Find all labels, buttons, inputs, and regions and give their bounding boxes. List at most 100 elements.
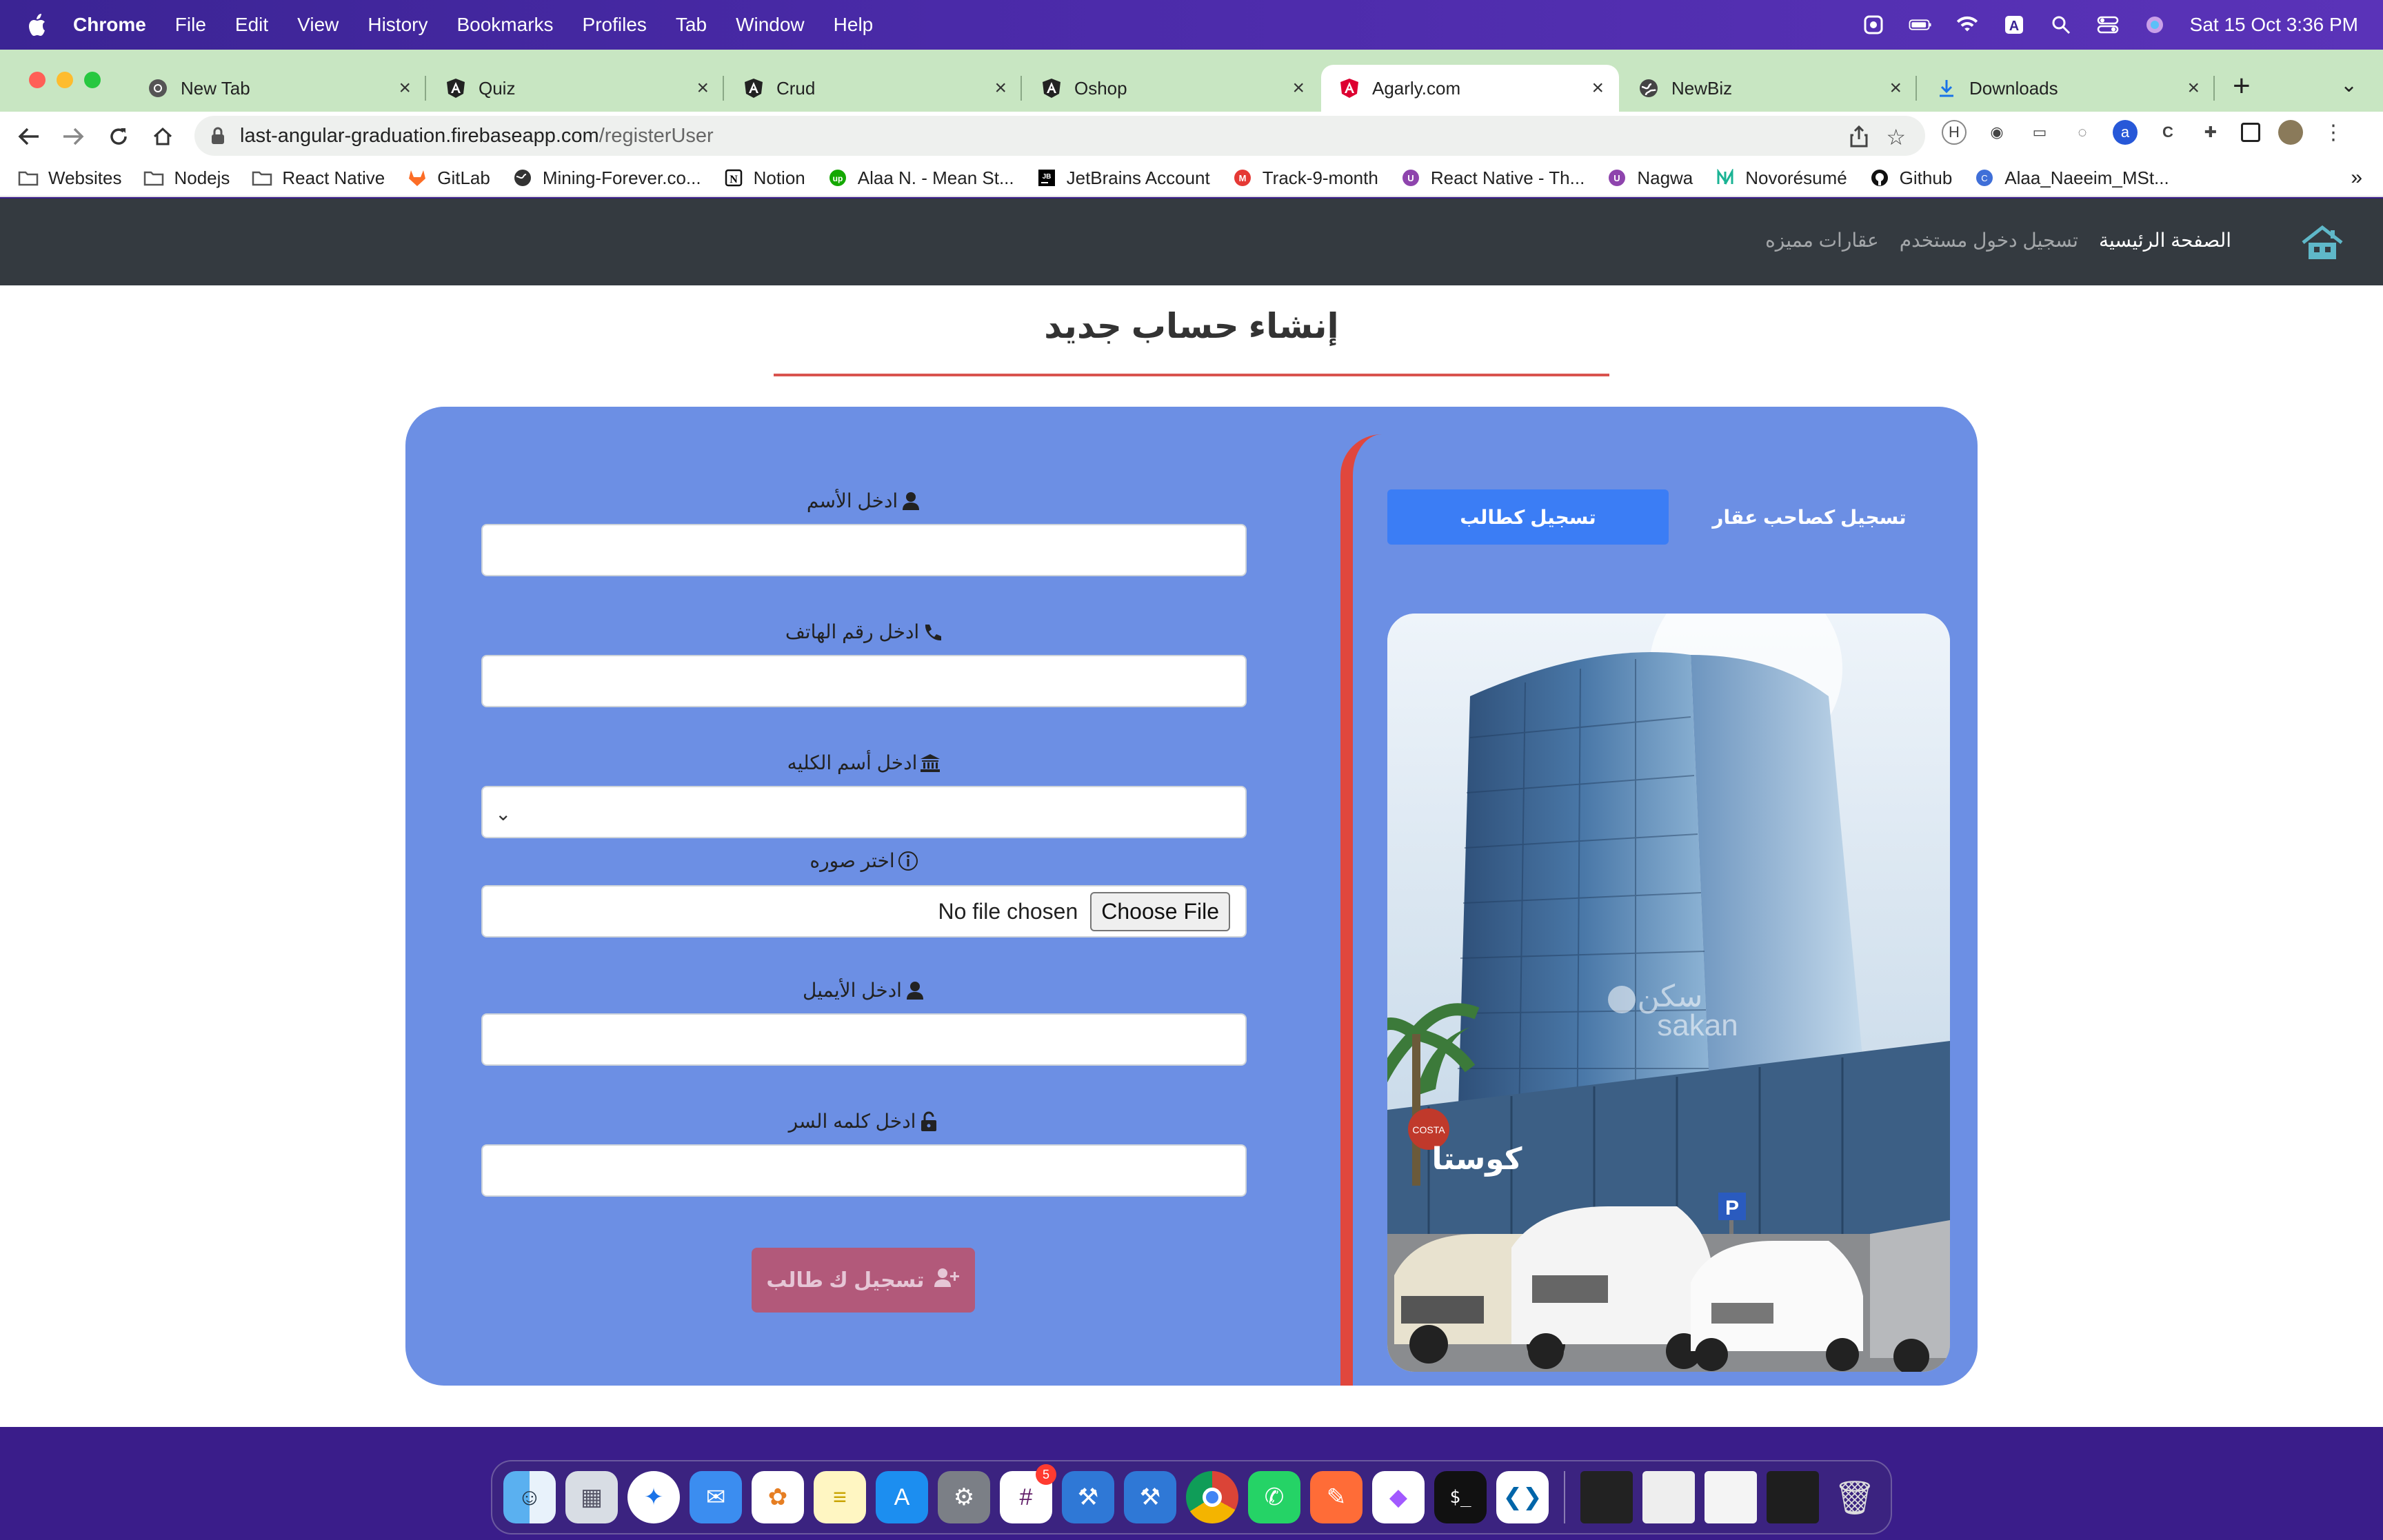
window-minimize-button[interactable] bbox=[57, 72, 73, 88]
whatsapp-icon[interactable]: ✆ bbox=[1248, 1471, 1300, 1523]
menu-tab[interactable]: Tab bbox=[676, 14, 707, 36]
extension-c-icon[interactable]: C bbox=[2155, 120, 2180, 145]
recent-window-2-icon[interactable] bbox=[1642, 1471, 1695, 1523]
college-select[interactable]: ⌄ bbox=[481, 786, 1247, 838]
tab-register-owner[interactable]: تسجيل كصاحب عقار bbox=[1669, 489, 1950, 545]
simulator-icon[interactable]: ⚒ bbox=[1124, 1471, 1176, 1523]
menubar-clock[interactable]: Sat 15 Oct 3:36 PM bbox=[2190, 14, 2358, 36]
nav-link-home[interactable]: الصفحة الرئيسية bbox=[2099, 229, 2231, 252]
recent-window-1-icon[interactable] bbox=[1580, 1471, 1633, 1523]
mail-icon[interactable]: ✉ bbox=[690, 1471, 742, 1523]
slack-icon[interactable]: #5 bbox=[1000, 1464, 1056, 1523]
app-store-icon[interactable]: A bbox=[876, 1471, 928, 1523]
notes-icon[interactable]: ≡ bbox=[814, 1471, 866, 1523]
keyboard-input-icon[interactable]: A bbox=[2002, 14, 2026, 35]
battery-icon[interactable] bbox=[1909, 14, 1932, 35]
home-button[interactable] bbox=[149, 123, 177, 150]
close-icon[interactable]: × bbox=[696, 77, 709, 100]
extension-a-icon[interactable]: a bbox=[2113, 120, 2138, 145]
bookmark-react-native[interactable]: React Native bbox=[252, 168, 385, 189]
email-input[interactable] bbox=[481, 1013, 1247, 1066]
vscode-icon[interactable]: ❮❯ bbox=[1496, 1471, 1549, 1523]
address-bar[interactable]: last-angular-graduation.firebaseapp.com /… bbox=[194, 116, 1925, 156]
register-student-button[interactable]: تسجيل ك طالب bbox=[752, 1248, 975, 1313]
phone-input[interactable] bbox=[481, 655, 1247, 707]
launchpad-icon[interactable]: ▦ bbox=[565, 1471, 618, 1523]
postman-icon[interactable]: ✎ bbox=[1310, 1471, 1363, 1523]
chrome-menu-icon[interactable]: ⋮ bbox=[2321, 120, 2346, 145]
bookmark-star-icon[interactable]: ☆ bbox=[1886, 124, 1906, 150]
xcode-icon[interactable]: ⚒ bbox=[1062, 1471, 1114, 1523]
image-file-input[interactable]: No file chosen Choose File bbox=[481, 885, 1247, 938]
extension-h-icon[interactable]: H bbox=[1942, 120, 1967, 145]
system-preferences-icon[interactable]: ⚙ bbox=[938, 1471, 990, 1523]
finder-icon[interactable]: ☺ bbox=[503, 1471, 556, 1523]
photos-icon[interactable]: ✿ bbox=[752, 1471, 804, 1523]
bookmark-gitlab[interactable]: GitLab bbox=[407, 168, 490, 189]
bookmark-track-9-month[interactable]: M Track-9-month bbox=[1232, 168, 1378, 189]
menu-profiles[interactable]: Profiles bbox=[583, 14, 647, 36]
menu-help[interactable]: Help bbox=[834, 14, 874, 36]
trash-icon[interactable]: 🗑 bbox=[1829, 1471, 1881, 1523]
bookmark-github[interactable]: Github bbox=[1869, 168, 1952, 189]
menu-bookmarks[interactable]: Bookmarks bbox=[456, 14, 553, 36]
lock-icon[interactable] bbox=[210, 126, 226, 145]
bookmark-react-native-th[interactable]: U React Native - Th... bbox=[1400, 168, 1585, 189]
recent-window-4-icon[interactable] bbox=[1767, 1471, 1819, 1523]
menu-history[interactable]: History bbox=[368, 14, 428, 36]
new-tab-button[interactable]: + bbox=[2233, 69, 2251, 103]
menu-window[interactable]: Window bbox=[736, 14, 805, 36]
bookmark-websites[interactable]: Websites bbox=[18, 168, 121, 189]
bookmark-upwork[interactable]: up Alaa N. - Mean St... bbox=[827, 168, 1014, 189]
window-close-button[interactable] bbox=[29, 72, 46, 88]
tab-newbiz[interactable]: NewBiz × bbox=[1620, 65, 1917, 112]
bookmark-mining-forever[interactable]: Mining-Forever.co... bbox=[512, 168, 701, 189]
nav-link-user-login[interactable]: تسجيل دخول مستخدم bbox=[1900, 229, 2078, 252]
wifi-icon[interactable] bbox=[1955, 14, 1979, 35]
profile-avatar[interactable] bbox=[2278, 120, 2303, 145]
tab-agarly-active[interactable]: Agarly.com × bbox=[1321, 65, 1619, 112]
tab-search-chevron-icon[interactable]: ⌄ bbox=[2340, 73, 2357, 97]
share-icon[interactable] bbox=[1849, 125, 1869, 148]
extension-dot-icon[interactable]: ◌ bbox=[2070, 120, 2095, 145]
apple-icon[interactable] bbox=[26, 11, 50, 39]
terminal-icon[interactable]: $_ bbox=[1434, 1471, 1487, 1523]
tab-oshop[interactable]: Oshop × bbox=[1023, 65, 1320, 112]
tab-crud[interactable]: Crud × bbox=[725, 65, 1022, 112]
close-icon[interactable]: × bbox=[1292, 77, 1305, 100]
tab-downloads[interactable]: Downloads × bbox=[1918, 65, 2215, 112]
window-zoom-button[interactable] bbox=[84, 72, 101, 88]
control-center-icon[interactable] bbox=[2096, 14, 2120, 35]
forward-button[interactable] bbox=[59, 123, 87, 150]
puzzle-extensions-icon[interactable]: ✚ bbox=[2198, 120, 2223, 145]
recent-window-3-icon[interactable] bbox=[1705, 1471, 1757, 1523]
bookmark-notion[interactable]: N Notion bbox=[723, 168, 805, 189]
camera-icon[interactable]: ◉ bbox=[1984, 120, 2009, 145]
spotlight-search-icon[interactable] bbox=[2049, 14, 2073, 35]
menu-file[interactable]: File bbox=[175, 14, 206, 36]
tab-new-tab[interactable]: New Tab × bbox=[130, 65, 426, 112]
bookmark-alaa-naeeim[interactable]: C Alaa_Naeeim_MSt... bbox=[1974, 168, 2169, 189]
close-icon[interactable]: × bbox=[1591, 77, 1604, 100]
close-icon[interactable]: × bbox=[1889, 77, 1902, 100]
back-button[interactable] bbox=[15, 123, 43, 150]
bookmark-jetbrains[interactable]: JB JetBrains Account bbox=[1036, 168, 1210, 189]
nav-link-featured-properties[interactable]: عقارات مميزه bbox=[1765, 229, 1879, 252]
bookmarks-overflow-icon[interactable]: » bbox=[2351, 166, 2362, 190]
tab-quiz[interactable]: Quiz × bbox=[428, 65, 724, 112]
name-input[interactable] bbox=[481, 524, 1247, 576]
menu-app-name[interactable]: Chrome bbox=[73, 14, 146, 36]
close-icon[interactable]: × bbox=[994, 77, 1007, 100]
tab-register-student[interactable]: تسجيل كطالب bbox=[1387, 489, 1669, 545]
bookmark-nagwa[interactable]: U Nagwa bbox=[1607, 168, 1693, 189]
chrome-dock-icon[interactable] bbox=[1186, 1471, 1238, 1523]
side-panel-icon[interactable] bbox=[2241, 123, 2260, 142]
menu-edit[interactable]: Edit bbox=[235, 14, 268, 36]
reload-button[interactable] bbox=[105, 123, 132, 150]
house-logo-icon[interactable] bbox=[2300, 223, 2344, 262]
choose-file-button[interactable]: Choose File bbox=[1090, 891, 1230, 931]
bookmark-novoresume[interactable]: Novorésumé bbox=[1715, 168, 1847, 189]
password-input[interactable] bbox=[481, 1144, 1247, 1197]
screen-record-icon[interactable] bbox=[1862, 14, 1885, 35]
safari-icon[interactable]: ✦ bbox=[627, 1471, 680, 1523]
